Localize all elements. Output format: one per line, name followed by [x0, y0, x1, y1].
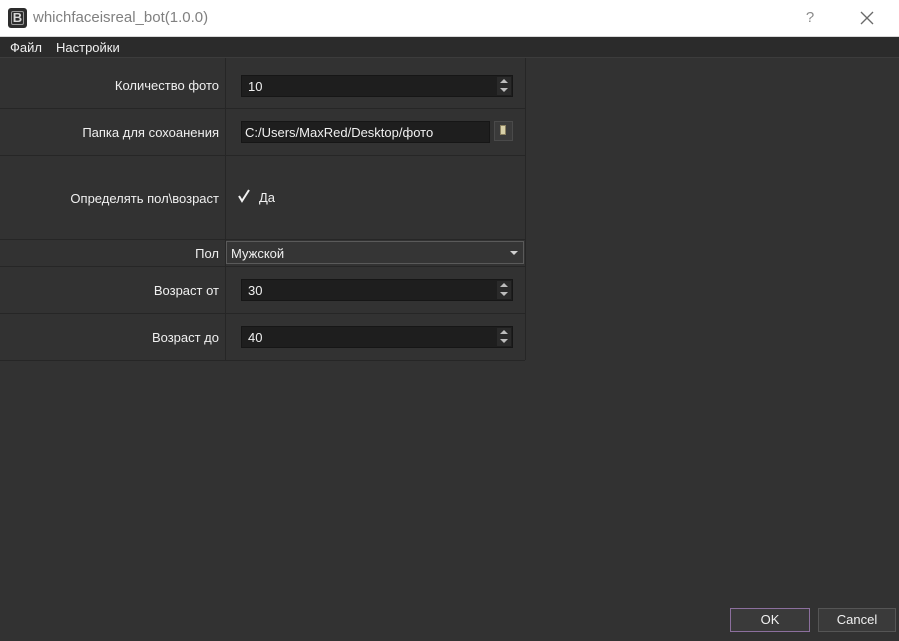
ok-button[interactable]: OK — [730, 608, 810, 632]
age-to-label: Возраст до — [151, 330, 219, 345]
grid-divider — [525, 58, 526, 360]
menu-bar: Файл Настройки — [0, 37, 899, 58]
detect-checkbox[interactable] — [237, 189, 251, 203]
spin-up-arrow-icon[interactable] — [497, 77, 511, 86]
spin-down-arrow-icon[interactable] — [497, 86, 511, 95]
gender-value: Мужской — [231, 246, 285, 261]
age-from-value: 30 — [248, 283, 263, 298]
age-from-spinbox[interactable]: 30 — [241, 279, 513, 301]
detect-label: Определять пол\возраст — [70, 191, 219, 206]
detect-checkbox-label[interactable]: Да — [259, 190, 275, 205]
menu-settings[interactable]: Настройки — [56, 40, 120, 55]
photo-count-spinbox[interactable]: 10 — [241, 75, 513, 97]
save-folder-label: Папка для сохоанения — [82, 125, 219, 140]
photo-count-value: 10 — [248, 79, 263, 94]
title-bar: B whichfaceisreal_bot(1.0.0) ? — [0, 0, 899, 37]
cancel-button[interactable]: Cancel — [818, 608, 896, 632]
spin-down-arrow-icon[interactable] — [497, 290, 511, 299]
photo-count-label: Количество фото — [114, 78, 219, 93]
checkmark-icon — [238, 189, 250, 203]
close-button[interactable] — [855, 6, 879, 30]
gender-label: Пол — [195, 246, 219, 261]
close-icon — [860, 11, 874, 25]
chevron-down-icon — [510, 251, 518, 255]
spin-up-arrow-icon[interactable] — [497, 328, 511, 337]
save-folder-value: C:/Users/MaxRed/Desktop/фото — [245, 125, 434, 140]
app-icon: B — [8, 8, 27, 28]
menu-file[interactable]: Файл — [10, 40, 42, 55]
age-from-label: Возраст от — [153, 283, 219, 298]
spin-up-arrow-icon[interactable] — [497, 281, 511, 290]
save-folder-input[interactable]: C:/Users/MaxRed/Desktop/фото — [241, 121, 490, 143]
browse-folder-button[interactable] — [494, 121, 513, 141]
age-to-spinbox[interactable]: 40 — [241, 326, 513, 348]
help-button[interactable]: ? — [800, 6, 820, 30]
spin-down-arrow-icon[interactable] — [497, 337, 511, 346]
age-to-value: 40 — [248, 330, 263, 345]
gender-select[interactable]: Мужской — [226, 241, 524, 264]
window-title: whichfaceisreal_bot(1.0.0) — [33, 9, 209, 26]
